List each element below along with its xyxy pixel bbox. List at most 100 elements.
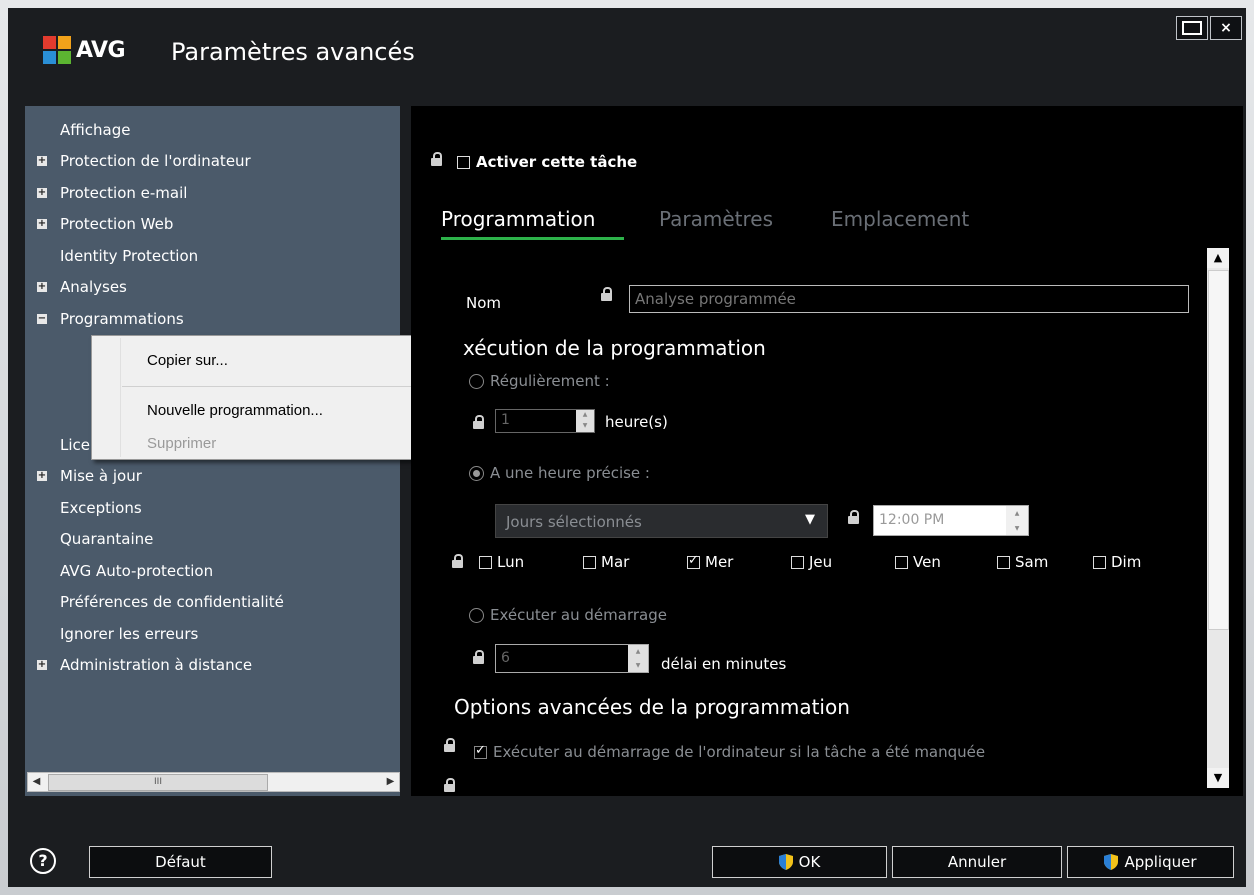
- stepper-buttons: ▲ ▼: [1006, 506, 1028, 535]
- sidebar-item[interactable]: + Analyses: [25, 272, 400, 304]
- expand-icon[interactable]: +: [37, 156, 47, 167]
- day-checkbox[interactable]: [479, 555, 492, 569]
- menu-item-delete[interactable]: Supprimer: [147, 435, 216, 452]
- interval-stepper[interactable]: 1 ▲ ▼: [495, 409, 595, 433]
- delay-stepper[interactable]: 6 ▲ ▼: [495, 644, 649, 673]
- tab-programmation[interactable]: Programmation: [441, 207, 595, 231]
- sidebar-item-label: Protection e-mail: [60, 183, 188, 202]
- sidebar-item-label: Protection Web: [60, 215, 174, 234]
- sidebar-item-label: Préférences de confidentialité: [60, 593, 284, 612]
- menu-item-new-schedule[interactable]: Nouvelle programmation...: [147, 402, 323, 419]
- day-option[interactable]: Lun: [479, 553, 524, 571]
- uac-shield-icon: [1104, 854, 1119, 870]
- schedule-settings-panel: Activer cette tâche Programmation Paramè…: [411, 106, 1243, 796]
- day-checkbox[interactable]: [583, 555, 596, 569]
- apply-button[interactable]: Appliquer: [1067, 846, 1234, 878]
- day-label: Mar: [601, 553, 630, 571]
- scroll-left-icon[interactable]: ◀: [28, 773, 45, 791]
- day-label: Mer: [705, 553, 734, 571]
- vertical-scrollbar[interactable]: ▲ ▼: [1207, 248, 1229, 788]
- sidebar-item[interactable]: + Mise à jour: [25, 461, 400, 493]
- tab-parametres[interactable]: Paramètres: [659, 207, 773, 231]
- sidebar-item[interactable]: Ignorer les erreurs: [25, 618, 400, 650]
- ok-button[interactable]: OK: [712, 846, 887, 878]
- up-icon[interactable]: ▲: [628, 645, 648, 659]
- close-button[interactable]: ×: [1210, 16, 1242, 40]
- specific-time-radio[interactable]: [469, 465, 484, 481]
- startup-radio[interactable]: [469, 607, 484, 623]
- lock-icon[interactable]: [444, 738, 455, 752]
- missed-task-checkbox[interactable]: [474, 743, 487, 759]
- day-checkbox[interactable]: [791, 555, 804, 569]
- days-dropdown-value: Jours sélectionnés: [506, 513, 642, 531]
- day-option[interactable]: Mar: [583, 553, 629, 571]
- context-menu: Copier sur... Nouvelle programmation... …: [91, 335, 435, 460]
- expand-icon[interactable]: +: [37, 282, 47, 293]
- days-dropdown[interactable]: Jours sélectionnés ▼: [495, 504, 828, 538]
- expand-icon[interactable]: +: [37, 187, 47, 198]
- scroll-thumb[interactable]: III: [48, 774, 268, 791]
- up-icon[interactable]: ▲: [576, 410, 594, 421]
- scroll-up-icon[interactable]: ▲: [1207, 248, 1229, 268]
- close-icon: ×: [1220, 20, 1232, 36]
- lock-icon[interactable]: [473, 650, 484, 664]
- sidebar-item-label: Protection de l'ordinateur: [60, 152, 251, 171]
- uac-shield-icon: [778, 854, 793, 870]
- scroll-thumb[interactable]: [1208, 270, 1229, 630]
- sidebar-item[interactable]: AVG Auto-protection: [25, 555, 400, 587]
- expand-icon[interactable]: +: [37, 219, 47, 230]
- down-icon[interactable]: ▼: [628, 659, 648, 673]
- default-button[interactable]: Défaut: [89, 846, 272, 878]
- down-icon[interactable]: ▼: [1006, 521, 1028, 536]
- lock-icon[interactable]: [444, 778, 455, 792]
- day-option[interactable]: Ven: [895, 553, 941, 571]
- lock-icon[interactable]: [601, 287, 612, 301]
- down-icon[interactable]: ▼: [576, 421, 594, 432]
- sidebar-item-label: Quarantaine: [60, 530, 154, 549]
- sidebar-item[interactable]: Exceptions: [25, 492, 400, 524]
- sidebar-item[interactable]: + Administration à distance: [25, 650, 400, 682]
- sidebar-item[interactable]: + Protection de l'ordinateur: [25, 146, 400, 178]
- day-checkbox[interactable]: [997, 555, 1010, 569]
- day-option[interactable]: Dim: [1093, 553, 1141, 571]
- lock-icon[interactable]: [431, 152, 442, 166]
- menu-item-copy-to[interactable]: Copier sur...: [147, 352, 228, 369]
- scroll-right-icon[interactable]: ▶: [382, 773, 399, 791]
- sidebar-item[interactable]: + Protection Web: [25, 209, 400, 241]
- time-picker[interactable]: 12:00 PM ▲ ▼: [873, 505, 1029, 536]
- horizontal-scrollbar[interactable]: ◀ III ▶: [27, 772, 400, 792]
- day-checkbox[interactable]: [687, 553, 700, 569]
- sidebar-item[interactable]: Identity Protection: [25, 240, 400, 272]
- expand-icon[interactable]: +: [37, 660, 47, 671]
- sidebar-item-label: Mise à jour: [60, 467, 142, 486]
- stepper-buttons: ▲ ▼: [628, 645, 648, 672]
- cancel-button[interactable]: Annuler: [892, 846, 1062, 878]
- maximize-button[interactable]: [1176, 16, 1208, 40]
- up-icon[interactable]: ▲: [1006, 506, 1028, 521]
- day-option[interactable]: Jeu: [791, 553, 832, 571]
- stepper-buttons: ▲ ▼: [576, 410, 594, 432]
- lock-icon[interactable]: [848, 510, 859, 524]
- day-checkbox[interactable]: [1093, 555, 1106, 569]
- tab-emplacement[interactable]: Emplacement: [831, 207, 969, 231]
- sidebar-item[interactable]: + Protection e-mail: [25, 177, 400, 209]
- day-option[interactable]: Sam: [997, 553, 1048, 571]
- day-label: Jeu: [809, 553, 833, 571]
- name-label: Nom: [466, 294, 502, 312]
- scroll-down-icon[interactable]: ▼: [1207, 768, 1229, 788]
- time-value: 12:00 PM: [879, 512, 945, 528]
- day-option[interactable]: Mer: [687, 553, 733, 571]
- sidebar-item[interactable]: Préférences de confidentialité: [25, 587, 400, 619]
- delay-unit: délai en minutes: [661, 655, 787, 673]
- day-checkbox[interactable]: [895, 555, 908, 569]
- enable-task-checkbox[interactable]: [457, 155, 470, 169]
- regularly-radio[interactable]: [469, 373, 484, 389]
- expand-icon[interactable]: +: [37, 471, 47, 482]
- lock-icon[interactable]: [473, 415, 484, 429]
- schedule-name-input[interactable]: Analyse programmée: [629, 285, 1189, 313]
- sidebar-item[interactable]: Quarantaine: [25, 524, 400, 556]
- sidebar-item[interactable]: − Programmations: [25, 303, 400, 335]
- sidebar-item[interactable]: Affichage: [25, 114, 400, 146]
- help-icon[interactable]: ?: [30, 848, 56, 874]
- collapse-icon[interactable]: −: [37, 313, 47, 324]
